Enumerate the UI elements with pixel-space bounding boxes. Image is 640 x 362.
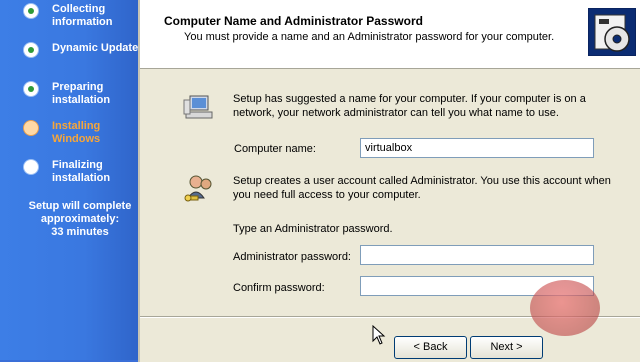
- step-label: Finalizing installation: [52, 159, 111, 184]
- computer-name-label: Computer name:: [234, 143, 316, 155]
- admin-info-line: Setup creates a user account called Admi…: [233, 175, 611, 187]
- step-label: Preparing installation: [52, 81, 111, 106]
- step-current-icon: [24, 121, 38, 135]
- setup-cd-icon: [588, 8, 636, 56]
- watermark-logo: [530, 280, 600, 336]
- dialog-title: Computer Name and Administrator Password: [164, 14, 423, 28]
- name-info-line: network, your network administrator can …: [233, 107, 559, 119]
- back-button[interactable]: < Back: [394, 336, 467, 359]
- admin-info-line: you need full access to your computer.: [233, 189, 421, 201]
- mouse-pointer-icon: [372, 324, 386, 350]
- computer-icon: [182, 90, 216, 124]
- confirm-password-label: Confirm password:: [233, 282, 325, 294]
- step-complete-icon: [24, 43, 38, 57]
- eta-time: 33 minutes: [51, 226, 109, 238]
- admin-password-input[interactable]: [360, 245, 594, 265]
- setup-progress-panel: Collecting information Dynamic Update Pr…: [0, 0, 140, 360]
- step-label: Collecting information: [52, 3, 113, 28]
- computer-name-input[interactable]: [360, 138, 594, 158]
- setup-time-estimate: Setup will complete approximately: 33 mi…: [22, 200, 138, 239]
- admin-password-label: Administrator password:: [233, 251, 351, 263]
- eta-line: Setup will complete: [28, 200, 132, 212]
- administrator-keys-icon: [182, 172, 216, 206]
- step-complete-icon: [24, 4, 38, 18]
- dialog-subtitle: You must provide a name and an Administr…: [184, 31, 555, 43]
- dialog-header: Computer Name and Administrator Password…: [140, 0, 640, 69]
- step-label: Installing Windows: [52, 120, 101, 145]
- step-label: Dynamic Update: [52, 42, 139, 54]
- password-prompt: Type an Administrator password.: [233, 223, 393, 235]
- eta-line: approximately:: [40, 213, 120, 225]
- step-pending-icon: [24, 160, 38, 174]
- step-complete-icon: [24, 82, 38, 96]
- name-info-line: Setup has suggested a name for your comp…: [233, 93, 586, 105]
- next-button[interactable]: Next >: [470, 336, 543, 359]
